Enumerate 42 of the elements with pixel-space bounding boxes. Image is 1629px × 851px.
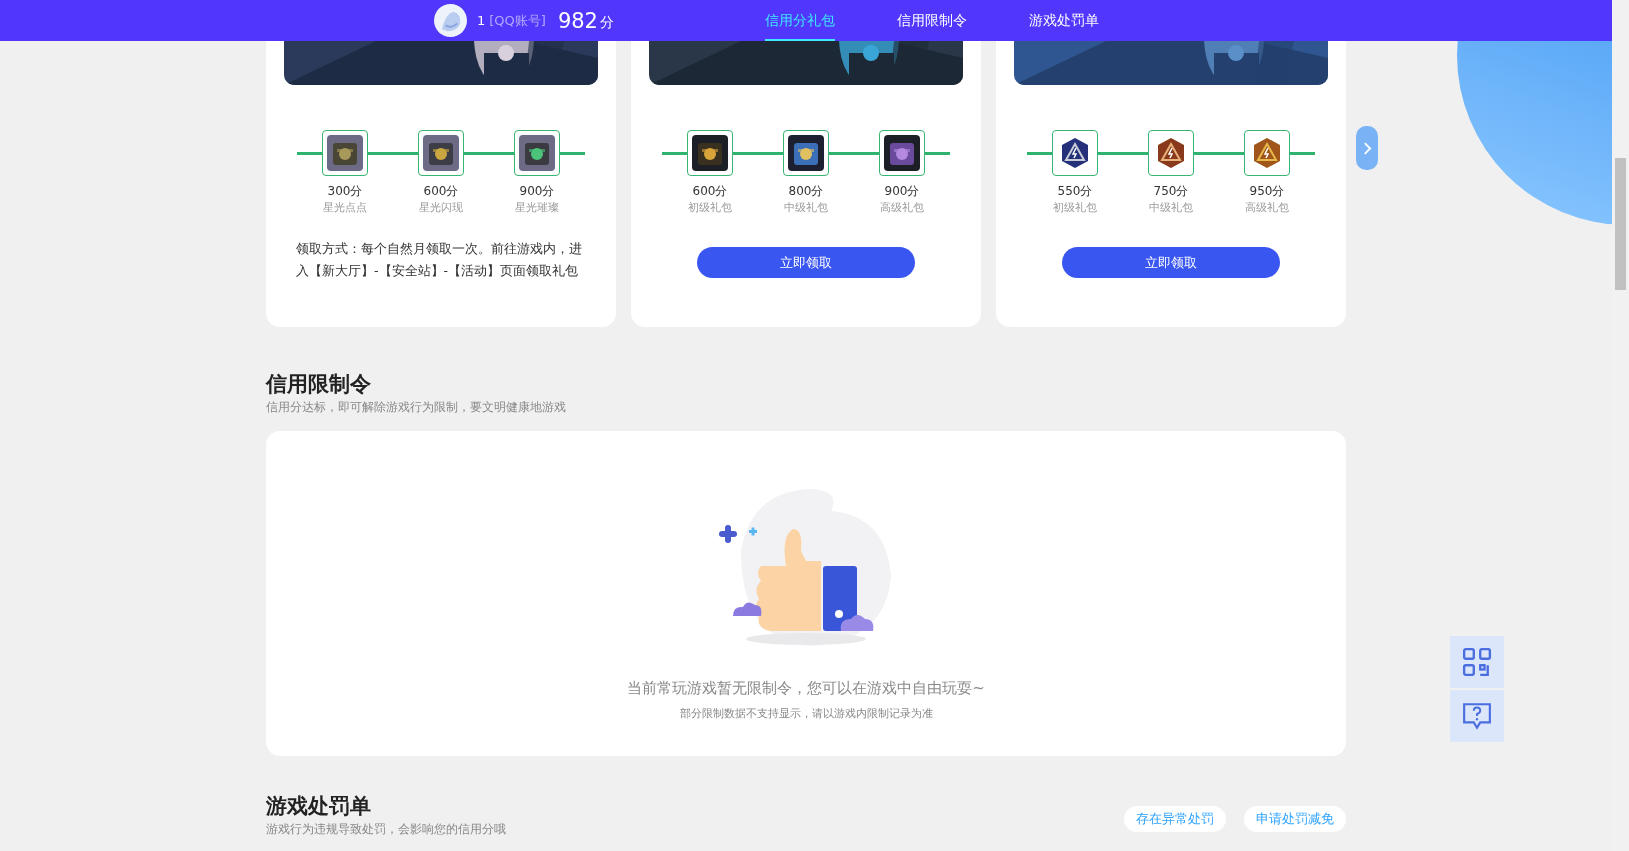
points-label: 600分 (423, 183, 459, 200)
chevron-right-icon (1362, 140, 1372, 156)
score-unit: 分 (600, 13, 614, 32)
avatar (434, 4, 467, 37)
account-type: [QQ账号] (489, 11, 546, 30)
reward-name: 星光璀璨 (515, 200, 559, 216)
nav-tab[interactable]: 信用限制令 (897, 0, 967, 41)
points-label: 300分 (327, 183, 363, 200)
penalty-button[interactable]: 申请处罚减免 (1244, 806, 1346, 832)
reward-name: 星光闪现 (419, 200, 463, 216)
points-label: 950分 (1249, 183, 1285, 200)
reward-name: 高级礼包 (880, 200, 924, 216)
claim-instructions: 领取方式：每个自然月领取一次。前往游戏内，进入【新大厅】-【安全站】-【活动】页面领取礼包 (296, 240, 583, 280)
qr-code-button[interactable] (1450, 636, 1504, 688)
points-label: 750分 (1153, 183, 1189, 200)
credit-score: 982 (557, 8, 598, 33)
points-label: 900分 (519, 183, 555, 200)
empty-message: 当前常玩游戏暂无限制令，您可以在游戏中自由玩耍~ (627, 678, 985, 698)
section-subtitle: 信用分达标，即可解除游戏行为限制，要文明健康地游戏 (266, 399, 567, 416)
reward-name: 星光点点 (323, 200, 367, 216)
account-id: 1 (477, 13, 486, 28)
claim-button[interactable]: 立即领取 (697, 247, 915, 278)
help-chat-icon (1462, 701, 1492, 731)
reward-name: 高级礼包 (1245, 200, 1289, 216)
qr-code-icon (1462, 647, 1492, 677)
nav-tab[interactable]: 游戏处罚单 (1029, 0, 1099, 41)
section-subtitle: 游戏行为违规导致处罚，会影响您的信用分哦 (266, 821, 506, 838)
section-title: 信用限制令 (266, 371, 372, 398)
empty-note: 部分限制数据不支持显示，请以游戏内限制记录为准 (679, 706, 933, 722)
points-label: 600分 (692, 183, 728, 200)
reward-name: 初级礼包 (688, 200, 732, 216)
section-title: 游戏处罚单 (266, 793, 372, 820)
reward-name: 初级礼包 (1053, 200, 1097, 216)
next-button[interactable] (1356, 126, 1378, 170)
claim-button[interactable]: 立即领取 (1062, 247, 1280, 278)
points-label: 900分 (884, 183, 920, 200)
reward-name: 中级礼包 (1149, 200, 1193, 216)
points-label: 550分 (1057, 183, 1093, 200)
help-button[interactable] (1450, 690, 1504, 742)
reward-name: 中级礼包 (784, 200, 828, 216)
penalty-button[interactable]: 存在异常处罚 (1124, 806, 1226, 832)
points-label: 800分 (788, 183, 824, 200)
